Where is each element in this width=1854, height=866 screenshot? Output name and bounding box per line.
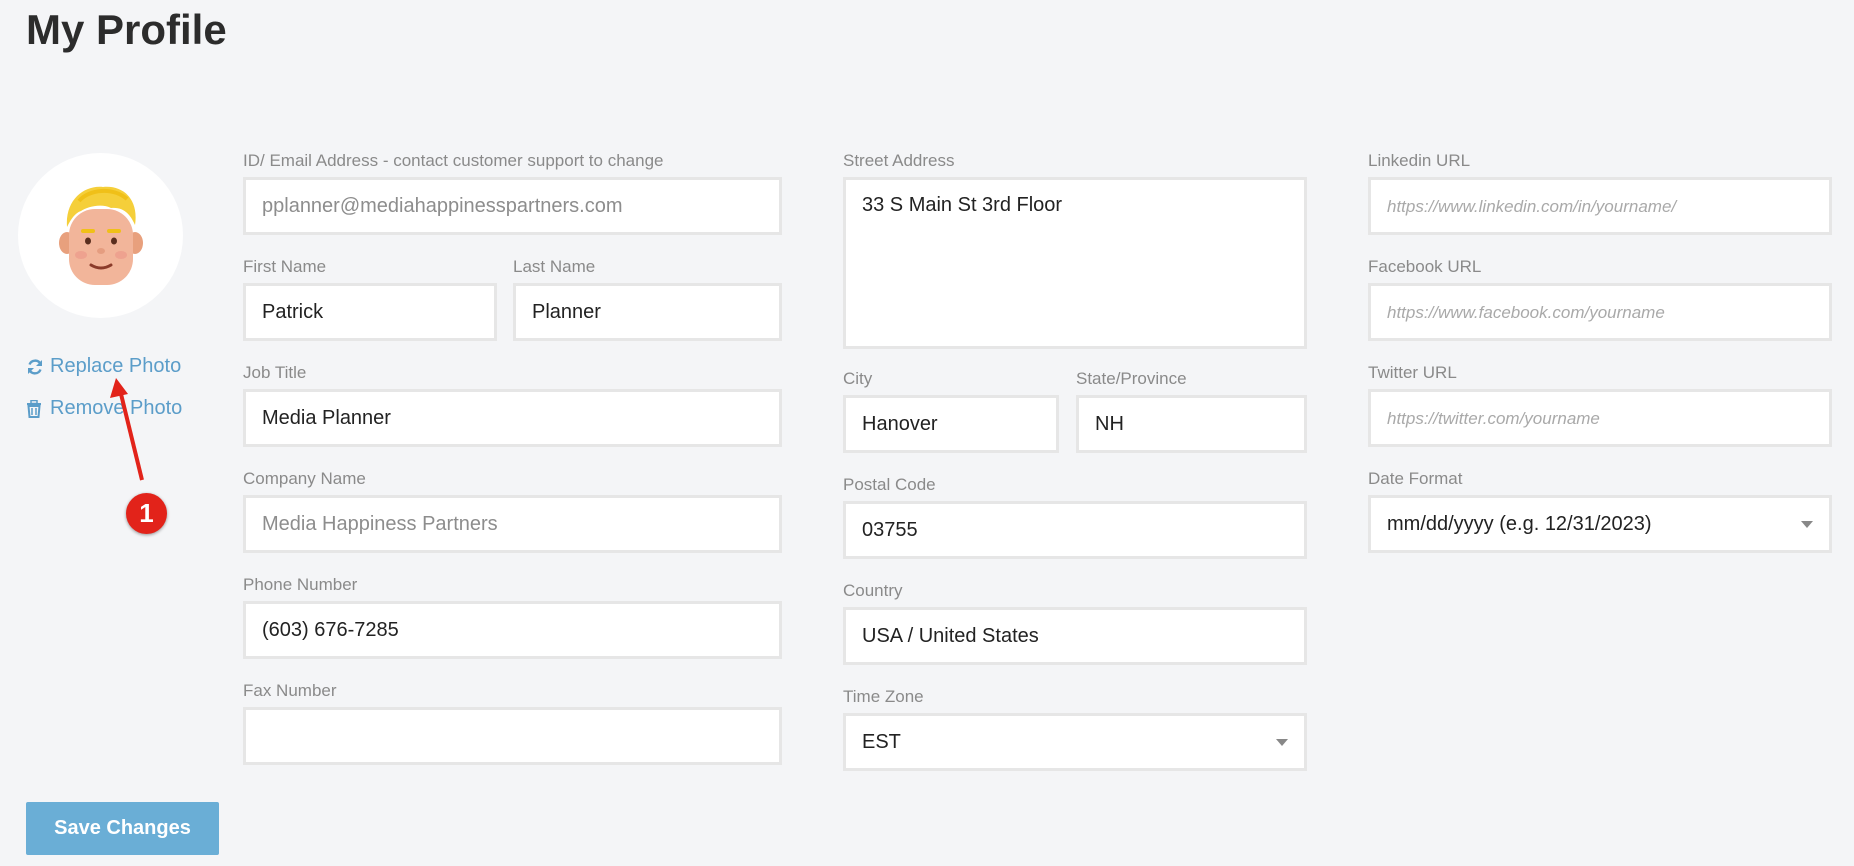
remove-photo-label: Remove Photo [50, 397, 183, 419]
linkedin-group: Linkedin URL [1368, 151, 1832, 235]
phone-label: Phone Number [243, 575, 358, 594]
timezone-label: Time Zone [843, 687, 924, 706]
twitter-group: Twitter URL [1368, 363, 1832, 447]
city-input[interactable] [843, 395, 1059, 453]
first-name-label: First Name [243, 257, 327, 276]
street-address-group: Street Address 33 S Main St 3rd Floor [843, 151, 1307, 354]
replace-photo-label: Replace Photo [50, 355, 182, 377]
facebook-input[interactable] [1368, 283, 1832, 341]
phone-group: Phone Number [243, 575, 782, 659]
postal-code-group: Postal Code [843, 475, 1307, 559]
avatar [18, 153, 183, 318]
facebook-group: Facebook URL [1368, 257, 1832, 341]
last-name-label: Last Name [513, 257, 596, 276]
replace-photo-link[interactable]: Replace Photo [26, 355, 181, 378]
profile-page: My Profile Replace Photo Remove Photo 1 … [0, 0, 1854, 866]
email-label: ID/ Email Address - contact customer sup… [243, 151, 664, 170]
country-input[interactable] [843, 607, 1307, 665]
last-name-input[interactable] [513, 283, 782, 341]
linkedin-label: Linkedin URL [1368, 151, 1471, 170]
remove-photo-link[interactable]: Remove Photo [26, 397, 182, 420]
timezone-value: EST [862, 730, 901, 753]
company-name-label: Company Name [243, 469, 366, 488]
fax-input[interactable] [243, 707, 782, 765]
company-name-field: Media Happiness Partners [243, 495, 782, 553]
email-field: pplanner@mediahappinesspartners.com [243, 177, 782, 235]
avatar-face-icon [58, 186, 143, 285]
job-title-label: Job Title [243, 363, 307, 382]
street-address-input[interactable]: 33 S Main St 3rd Floor [843, 177, 1307, 349]
state-label: State/Province [1076, 369, 1187, 388]
trash-icon [26, 399, 44, 418]
page-title: My Profile [26, 6, 227, 53]
linkedin-input[interactable] [1368, 177, 1832, 235]
job-title-input[interactable] [243, 389, 782, 447]
email-field-group: ID/ Email Address - contact customer sup… [243, 151, 782, 235]
date-format-label: Date Format [1368, 469, 1463, 488]
last-name-group: Last Name [513, 257, 782, 341]
city-label: City [843, 369, 873, 388]
twitter-label: Twitter URL [1368, 363, 1457, 382]
country-group: Country [843, 581, 1307, 665]
annotation-badge: 1 [126, 493, 167, 534]
phone-input[interactable] [243, 601, 782, 659]
date-format-group: Date Format mm/dd/yyyy (e.g. 12/31/2023) [1368, 469, 1832, 553]
save-changes-button[interactable]: Save Changes [26, 802, 219, 855]
facebook-label: Facebook URL [1368, 257, 1482, 276]
refresh-icon [26, 358, 44, 376]
timezone-group: Time Zone EST [843, 687, 1307, 771]
postal-code-label: Postal Code [843, 475, 936, 494]
fax-group: Fax Number [243, 681, 782, 765]
date-format-value: mm/dd/yyyy (e.g. 12/31/2023) [1387, 512, 1652, 535]
fax-label: Fax Number [243, 681, 337, 700]
postal-code-input[interactable] [843, 501, 1307, 559]
state-group: State/Province [1076, 369, 1307, 453]
chevron-down-icon [1801, 520, 1813, 528]
city-group: City [843, 369, 1059, 453]
first-name-input[interactable] [243, 283, 497, 341]
company-name-group: Company Name Media Happiness Partners [243, 469, 782, 553]
timezone-select[interactable]: EST [843, 713, 1307, 771]
date-format-select[interactable]: mm/dd/yyyy (e.g. 12/31/2023) [1368, 495, 1832, 553]
first-name-group: First Name [243, 257, 497, 341]
chevron-down-icon [1276, 738, 1288, 746]
job-title-group: Job Title [243, 363, 782, 447]
twitter-input[interactable] [1368, 389, 1832, 447]
street-address-label: Street Address [843, 151, 955, 170]
state-input[interactable] [1076, 395, 1307, 453]
country-label: Country [843, 581, 903, 600]
